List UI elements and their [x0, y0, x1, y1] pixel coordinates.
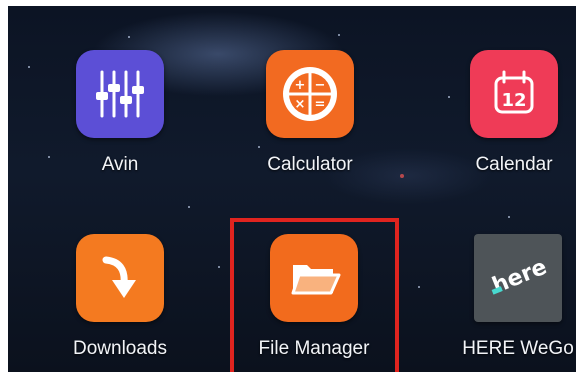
background-star [338, 34, 340, 36]
app-icon-downloads [76, 234, 164, 322]
calculator-icon: + − × = [283, 67, 337, 121]
app-icon-here-wego: here [474, 234, 562, 322]
app-icon-avin [76, 50, 164, 138]
minus-symbol: − [315, 78, 326, 93]
equalizer-icon [96, 70, 144, 118]
app-label-here-wego: HERE WeGo [462, 338, 574, 359]
highlight-box [230, 218, 399, 372]
app-here-wego[interactable]: here HERE WeGo [448, 234, 576, 372]
app-calendar[interactable]: 12 Calendar [444, 50, 576, 200]
home-screen: Avin + − × = Calculator 12 Calendar Down… [8, 6, 576, 372]
app-label-avin: Avin [101, 154, 139, 175]
app-label-downloads: Downloads [73, 338, 167, 359]
calendar-icon: 12 [494, 70, 534, 114]
app-calculator[interactable]: + − × = Calculator [240, 50, 380, 200]
app-icon-calculator: + − × = [266, 50, 354, 138]
plus-symbol: + [295, 78, 306, 93]
app-downloads[interactable]: Downloads [50, 234, 190, 372]
app-label-calendar: Calendar [475, 154, 553, 175]
multiply-symbol: × [295, 97, 306, 112]
equals-symbol: = [315, 97, 326, 112]
background-star [28, 66, 30, 68]
app-icon-calendar: 12 [470, 50, 558, 138]
background-star [508, 216, 510, 218]
background-star [188, 206, 190, 208]
app-label-calculator: Calculator [267, 154, 353, 175]
here-logo-icon: here [489, 255, 551, 299]
background-star [218, 266, 220, 268]
app-avin[interactable]: Avin [50, 50, 190, 200]
download-arrow-icon [102, 256, 136, 298]
background-star [128, 36, 130, 38]
background-star [418, 286, 420, 288]
background-star [400, 174, 404, 178]
calendar-day-number: 12 [501, 90, 526, 111]
